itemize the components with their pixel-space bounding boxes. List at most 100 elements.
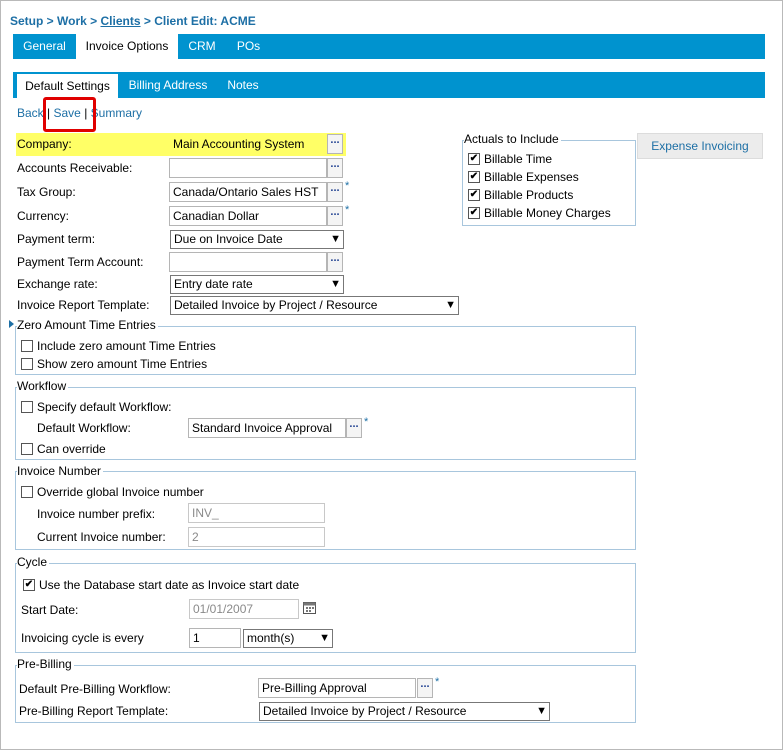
invoicing-cycle-unit-value: month(s) xyxy=(247,631,295,645)
use-database-start-date-label: Use the Database start date as Invoice s… xyxy=(39,578,300,592)
invoice-number-prefix-label: Invoice number prefix: xyxy=(37,507,156,521)
tab-crm[interactable]: CRM xyxy=(178,34,226,59)
pre-billing-workflow-field[interactable]: Pre-Billing Approval xyxy=(258,678,416,698)
default-workflow-label: Default Workflow: xyxy=(37,421,131,435)
calendar-icon[interactable] xyxy=(303,601,316,614)
invoicing-cycle-unit-select[interactable]: month(s) ▼ xyxy=(243,629,333,648)
pre-billing-workflow-lookup-button[interactable]: ... xyxy=(417,678,433,698)
payment-term-account-label: Payment Term Account: xyxy=(17,255,144,269)
required-marker: * xyxy=(435,676,440,688)
include-zero-amount-label: Include zero amount Time Entries xyxy=(37,339,216,353)
pre-billing-report-template-value: Detailed Invoice by Project / Resource xyxy=(263,704,467,718)
accounts-receivable-label: Accounts Receivable: xyxy=(17,161,133,175)
specify-default-workflow-label: Specify default Workflow: xyxy=(37,400,172,414)
pre-billing-workflow-label: Default Pre-Billing Workflow: xyxy=(19,682,171,696)
invoice-report-template-value: Detailed Invoice by Project / Resource xyxy=(174,298,378,312)
billable-expenses-label: Billable Expenses xyxy=(484,170,579,184)
currency-label: Currency: xyxy=(17,209,70,223)
pre-billing-legend: Pre-Billing xyxy=(17,657,74,671)
tab-invoice-options[interactable]: Invoice Options xyxy=(76,34,178,59)
invoice-number-legend: Invoice Number xyxy=(17,464,104,478)
show-zero-amount-checkbox[interactable] xyxy=(21,358,33,370)
breadcrumb-setup[interactable]: Setup xyxy=(10,14,43,28)
invoicing-cycle-count-field[interactable]: 1 xyxy=(189,628,241,648)
payment-term-account-lookup-button[interactable]: ... xyxy=(327,252,343,272)
tab-notes[interactable]: Notes xyxy=(218,72,268,98)
exchange-rate-label: Exchange rate: xyxy=(17,277,98,291)
billable-expenses-checkbox[interactable]: ✔ xyxy=(468,171,480,183)
accounts-receivable-field[interactable] xyxy=(169,158,327,178)
cycle-legend: Cycle xyxy=(17,555,50,569)
currency-field[interactable]: Canadian Dollar xyxy=(169,206,327,226)
tab-general[interactable]: General xyxy=(13,34,76,59)
chevron-down-icon: ▼ xyxy=(319,632,330,644)
billable-time-label: Billable Time xyxy=(484,152,553,166)
breadcrumb-separator: > xyxy=(86,14,101,28)
invoice-report-template-select[interactable]: Detailed Invoice by Project / Resource ▼ xyxy=(170,296,459,315)
pre-billing-report-template-label: Pre-Billing Report Template: xyxy=(19,704,169,718)
billable-money-charges-label: Billable Money Charges xyxy=(484,206,611,220)
chevron-down-icon: ▼ xyxy=(330,278,341,290)
required-marker: * xyxy=(345,204,350,216)
company-field[interactable]: Main Accounting System xyxy=(169,134,327,154)
show-zero-amount-label: Show zero amount Time Entries xyxy=(37,357,208,371)
can-override-label: Can override xyxy=(37,442,106,456)
payment-term-value: Due on Invoice Date xyxy=(174,232,283,246)
include-zero-amount-checkbox[interactable] xyxy=(21,340,33,352)
top-tab-bar: General Invoice Options CRM POs xyxy=(13,34,765,59)
billable-money-charges-checkbox[interactable]: ✔ xyxy=(468,207,480,219)
current-invoice-number-field[interactable]: 2 xyxy=(188,527,325,547)
billable-time-checkbox[interactable]: ✔ xyxy=(468,153,480,165)
breadcrumb-work[interactable]: Work xyxy=(57,14,87,28)
specify-default-workflow-checkbox[interactable] xyxy=(21,401,33,413)
start-date-field[interactable]: 01/01/2007 xyxy=(189,599,299,619)
use-database-start-date-checkbox[interactable]: ✔ xyxy=(23,579,35,591)
tab-default-settings[interactable]: Default Settings xyxy=(17,74,118,98)
required-marker: * xyxy=(364,416,369,428)
start-date-label: Start Date: xyxy=(21,603,79,617)
sub-tab-bar: Default Settings Billing Address Notes xyxy=(13,72,765,98)
breadcrumb-current: Client Edit: ACME xyxy=(154,14,256,28)
annotation-highlight-box xyxy=(43,97,96,132)
payment-term-label: Payment term: xyxy=(17,232,96,246)
chevron-down-icon: ▼ xyxy=(536,705,547,717)
exchange-rate-select[interactable]: Entry date rate ▼ xyxy=(170,275,344,294)
currency-lookup-button[interactable]: ... xyxy=(327,206,343,226)
company-label: Company: xyxy=(17,137,72,151)
tax-group-lookup-button[interactable]: ... xyxy=(327,182,343,202)
pre-billing-report-template-select[interactable]: Detailed Invoice by Project / Resource ▼ xyxy=(259,702,550,721)
breadcrumb-separator: > xyxy=(140,14,155,28)
breadcrumb: Setup > Work > Clients > Client Edit: AC… xyxy=(10,14,256,28)
tab-pos[interactable]: POs xyxy=(226,34,271,59)
back-link[interactable]: Back xyxy=(17,106,44,120)
billable-products-label: Billable Products xyxy=(484,188,574,202)
breadcrumb-clients[interactable]: Clients xyxy=(101,14,141,28)
payment-term-select[interactable]: Due on Invoice Date ▼ xyxy=(170,230,344,249)
invoice-report-template-label: Invoice Report Template: xyxy=(17,298,150,312)
payment-term-account-field[interactable] xyxy=(169,252,327,272)
expand-arrow-icon xyxy=(9,320,14,328)
required-marker: * xyxy=(345,180,350,192)
billable-products-checkbox[interactable]: ✔ xyxy=(468,189,480,201)
actuals-legend: Actuals to Include xyxy=(464,132,561,146)
override-invoice-number-label: Override global Invoice number xyxy=(37,485,204,499)
invoicing-cycle-label: Invoicing cycle is every xyxy=(21,631,144,645)
exchange-rate-value: Entry date rate xyxy=(174,277,253,291)
tax-group-field[interactable]: Canada/Ontario Sales HST xyxy=(169,182,327,202)
override-invoice-number-checkbox[interactable] xyxy=(21,486,33,498)
summary-link[interactable]: Summary xyxy=(91,106,142,120)
default-workflow-field[interactable]: Standard Invoice Approval xyxy=(188,418,346,438)
can-override-checkbox[interactable] xyxy=(21,443,33,455)
chevron-down-icon: ▼ xyxy=(445,299,456,311)
workflow-legend: Workflow xyxy=(17,379,69,393)
tab-billing-address[interactable]: Billing Address xyxy=(118,72,218,98)
invoice-number-prefix-field[interactable]: INV_ xyxy=(188,503,325,523)
zero-amount-legend: Zero Amount Time Entries xyxy=(17,318,158,332)
chevron-down-icon: ▼ xyxy=(330,233,341,245)
tax-group-label: Tax Group: xyxy=(17,185,76,199)
default-workflow-lookup-button[interactable]: ... xyxy=(346,418,362,438)
breadcrumb-separator: > xyxy=(43,14,58,28)
accounts-receivable-lookup-button[interactable]: ... xyxy=(327,158,343,178)
company-lookup-button[interactable]: ... xyxy=(327,134,343,154)
expense-invoicing-button[interactable]: Expense Invoicing xyxy=(637,133,763,159)
